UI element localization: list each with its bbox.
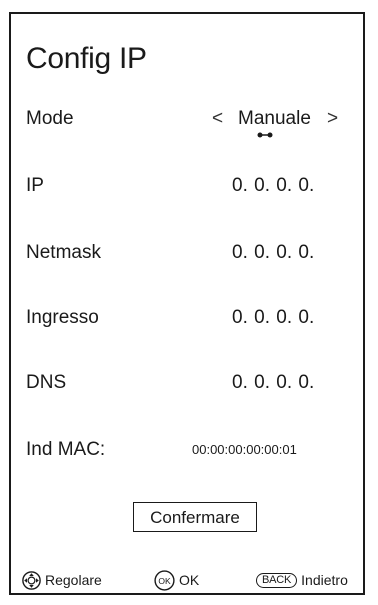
hint-adjust-label: Regolare (45, 572, 102, 588)
mode-selector[interactable]: < Manuale > (212, 106, 342, 146)
ok-button-icon: OK (154, 569, 175, 591)
hint-adjust: Regolare (22, 568, 102, 592)
page-title: Config IP (26, 42, 147, 75)
mode-value: Manuale (238, 108, 311, 129)
dns-label: DNS (26, 372, 67, 393)
ok-badge-text: OK (158, 576, 171, 586)
hint-ok-label: OK (179, 572, 200, 588)
back-button-icon: BACK (256, 572, 298, 588)
mac-label: Ind MAC: (26, 439, 106, 460)
mode-label: Mode (26, 108, 74, 129)
confirm-button[interactable]: Confermare (133, 502, 257, 532)
hint-back: BACK Indietro (256, 568, 348, 592)
hint-ok: OK OK (154, 568, 199, 592)
arrow-right-icon[interactable]: > (327, 108, 338, 130)
dns-value[interactable]: 0. 0. 0. 0. (232, 372, 314, 394)
netmask-label: Netmask (26, 242, 101, 263)
text-cursor-icon (257, 132, 273, 138)
mac-value: 00:00:00:00:00:01 (192, 442, 297, 457)
footer-hints: Regolare OK OK BACK Indietro (22, 568, 362, 592)
arrow-left-icon[interactable]: < (212, 108, 223, 130)
dpad-icon (22, 570, 41, 590)
hint-back-label: Indietro (301, 572, 348, 588)
gateway-value[interactable]: 0. 0. 0. 0. (232, 307, 314, 329)
ip-value[interactable]: 0. 0. 0. 0. (232, 175, 314, 197)
ip-label: IP (26, 175, 44, 196)
gateway-label: Ingresso (26, 307, 99, 328)
netmask-value[interactable]: 0. 0. 0. 0. (232, 242, 314, 264)
